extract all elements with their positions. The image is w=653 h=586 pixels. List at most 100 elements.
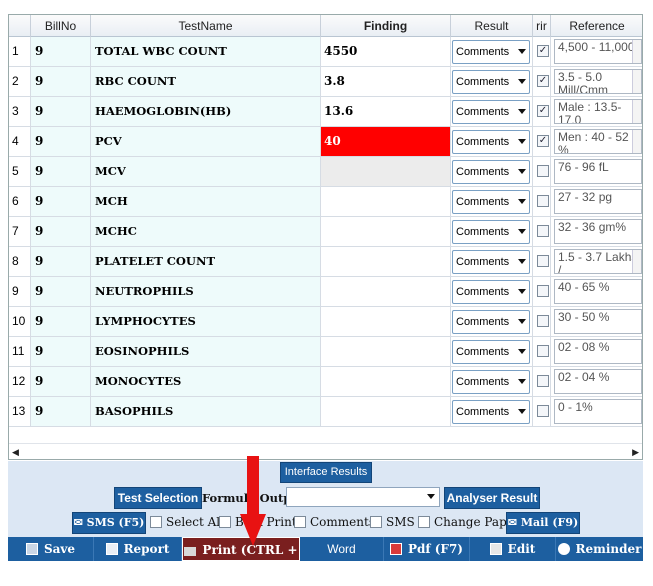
pdf-button[interactable]: Pdf (F7): [384, 537, 470, 561]
sms-button[interactable]: ✉ SMS (F5): [72, 512, 146, 534]
table-row[interactable]: 1 9 TOTAL WBC COUNT 4550 Comments ✓ 4,500 - 11…: [9, 37, 642, 67]
result-dropdown[interactable]: Comments: [452, 220, 530, 244]
finding-cell[interactable]: [321, 337, 451, 366]
chevron-down-icon[interactable]: [518, 229, 526, 234]
rir-checkbox[interactable]: [537, 165, 549, 177]
vertical-scroll-icon[interactable]: [632, 250, 641, 273]
chevron-down-icon[interactable]: [518, 259, 526, 264]
result-header[interactable]: Result: [451, 15, 533, 37]
interface-results-button[interactable]: Interface Results: [280, 462, 372, 483]
vertical-scroll-icon[interactable]: [632, 130, 641, 153]
finding-cell[interactable]: [321, 247, 451, 276]
reference-textbox[interactable]: Men : 40 - 52 %: [554, 129, 642, 154]
table-row[interactable]: 9 9 NEUTROPHILS Comments 40 - 65 %: [9, 277, 642, 307]
billno-header[interactable]: BillNo: [31, 15, 91, 37]
reference-textbox[interactable]: 76 - 96 fL: [554, 159, 642, 184]
rir-header[interactable]: rir: [533, 15, 551, 37]
rir-checkbox[interactable]: ✓: [537, 135, 549, 147]
sms-checkbox[interactable]: [370, 516, 382, 528]
finding-cell[interactable]: [321, 157, 451, 186]
result-dropdown[interactable]: Comments: [452, 400, 530, 424]
table-row[interactable]: 6 9 MCH Comments 27 - 32 pg: [9, 187, 642, 217]
finding-cell[interactable]: [321, 277, 451, 306]
table-row[interactable]: 7 9 MCHC Comments 32 - 36 gm%: [9, 217, 642, 247]
reference-textbox[interactable]: 27 - 32 pg: [554, 189, 642, 214]
table-row[interactable]: 10 9 LYMPHOCYTES Comments 30 - 50 %: [9, 307, 642, 337]
rir-checkbox[interactable]: [537, 285, 549, 297]
chevron-down-icon[interactable]: [518, 139, 526, 144]
rir-checkbox[interactable]: [537, 345, 549, 357]
comments-checkbox[interactable]: [294, 516, 306, 528]
chevron-down-icon[interactable]: [518, 199, 526, 204]
result-dropdown[interactable]: Comments: [452, 40, 530, 64]
finding-cell[interactable]: [321, 217, 451, 246]
result-dropdown[interactable]: Comments: [452, 370, 530, 394]
result-dropdown[interactable]: Comments: [452, 160, 530, 184]
rir-checkbox[interactable]: ✓: [537, 75, 549, 87]
analyser-result-button[interactable]: Analyser Result: [444, 487, 540, 509]
select-all-checkbox[interactable]: [150, 516, 162, 528]
bulk-print-checkbox[interactable]: [219, 516, 231, 528]
rir-checkbox[interactable]: [537, 225, 549, 237]
reference-textbox[interactable]: 4,500 - 11,000: [554, 39, 642, 64]
rir-checkbox[interactable]: [537, 405, 549, 417]
result-dropdown[interactable]: Comments: [452, 190, 530, 214]
result-dropdown[interactable]: Comments: [452, 310, 530, 334]
finding-cell[interactable]: [321, 187, 451, 216]
chevron-down-icon[interactable]: [518, 319, 526, 324]
reference-textbox[interactable]: 02 - 08 %: [554, 339, 642, 364]
rir-checkbox[interactable]: [537, 195, 549, 207]
table-row[interactable]: 13 9 BASOPHILS Comments 0 - 1%: [9, 397, 642, 427]
table-row[interactable]: 5 9 MCV Comments 76 - 96 fL: [9, 157, 642, 187]
finding-cell[interactable]: 4550: [321, 37, 451, 66]
reference-textbox[interactable]: 1.5 - 3.7 Lakhs /: [554, 249, 642, 274]
reference-header[interactable]: Reference: [551, 15, 642, 37]
chevron-down-icon[interactable]: [427, 494, 435, 499]
chevron-down-icon[interactable]: [518, 49, 526, 54]
reference-textbox[interactable]: 0 - 1%: [554, 399, 642, 424]
result-dropdown[interactable]: Comments: [452, 130, 530, 154]
reference-textbox[interactable]: 40 - 65 %: [554, 279, 642, 304]
table-row[interactable]: 2 9 RBC COUNT 3.8 Comments ✓ 3.5 - 5.0 Mill/Cm…: [9, 67, 642, 97]
finding-cell[interactable]: 40: [321, 127, 451, 156]
finding-cell[interactable]: 3.8: [321, 67, 451, 96]
finding-cell[interactable]: 13.6: [321, 97, 451, 126]
finding-cell[interactable]: [321, 397, 451, 426]
vertical-scroll-icon[interactable]: [632, 100, 641, 123]
table-row[interactable]: 4 9 PCV 40 Comments ✓ Men : 40 - 52 %: [9, 127, 642, 157]
chevron-down-icon[interactable]: [518, 109, 526, 114]
edit-button[interactable]: Edit: [470, 537, 556, 561]
result-dropdown[interactable]: Comments: [452, 280, 530, 304]
scroll-left-icon[interactable]: ◀: [12, 447, 19, 458]
reminder-button[interactable]: Reminder: [556, 537, 643, 561]
result-dropdown[interactable]: Comments: [452, 250, 530, 274]
chevron-down-icon[interactable]: [518, 79, 526, 84]
rir-checkbox[interactable]: [537, 255, 549, 267]
word-button[interactable]: Word: [300, 537, 384, 561]
result-dropdown[interactable]: Comments: [452, 100, 530, 124]
rir-checkbox[interactable]: [537, 375, 549, 387]
table-row[interactable]: 8 9 PLATELET COUNT Comments 1.5 - 3.7 Lakhs …: [9, 247, 642, 277]
reference-textbox[interactable]: 30 - 50 %: [554, 309, 642, 334]
table-row[interactable]: 12 9 MONOCYTES Comments 02 - 04 %: [9, 367, 642, 397]
chevron-down-icon[interactable]: [518, 349, 526, 354]
rir-checkbox[interactable]: [537, 315, 549, 327]
scroll-right-icon[interactable]: ▶: [632, 447, 639, 458]
finding-cell[interactable]: [321, 367, 451, 396]
finding-cell[interactable]: [321, 307, 451, 336]
chevron-down-icon[interactable]: [518, 379, 526, 384]
horizontal-scrollbar[interactable]: ◀ ▶: [9, 443, 642, 459]
reference-textbox[interactable]: 3.5 - 5.0 Mill/Cmm: [554, 69, 642, 94]
formula-output-select[interactable]: [286, 487, 440, 507]
reference-textbox[interactable]: 02 - 04 %: [554, 369, 642, 394]
vertical-scroll-icon[interactable]: [632, 40, 641, 63]
chevron-down-icon[interactable]: [518, 169, 526, 174]
vertical-scroll-icon[interactable]: [632, 70, 641, 93]
reference-textbox[interactable]: Male : 13.5-17.0: [554, 99, 642, 124]
result-dropdown[interactable]: Comments: [452, 340, 530, 364]
test-selection-button[interactable]: Test Selection: [114, 487, 202, 509]
result-dropdown[interactable]: Comments: [452, 70, 530, 94]
rir-checkbox[interactable]: ✓: [537, 105, 549, 117]
chevron-down-icon[interactable]: [518, 409, 526, 414]
chevron-down-icon[interactable]: [518, 289, 526, 294]
